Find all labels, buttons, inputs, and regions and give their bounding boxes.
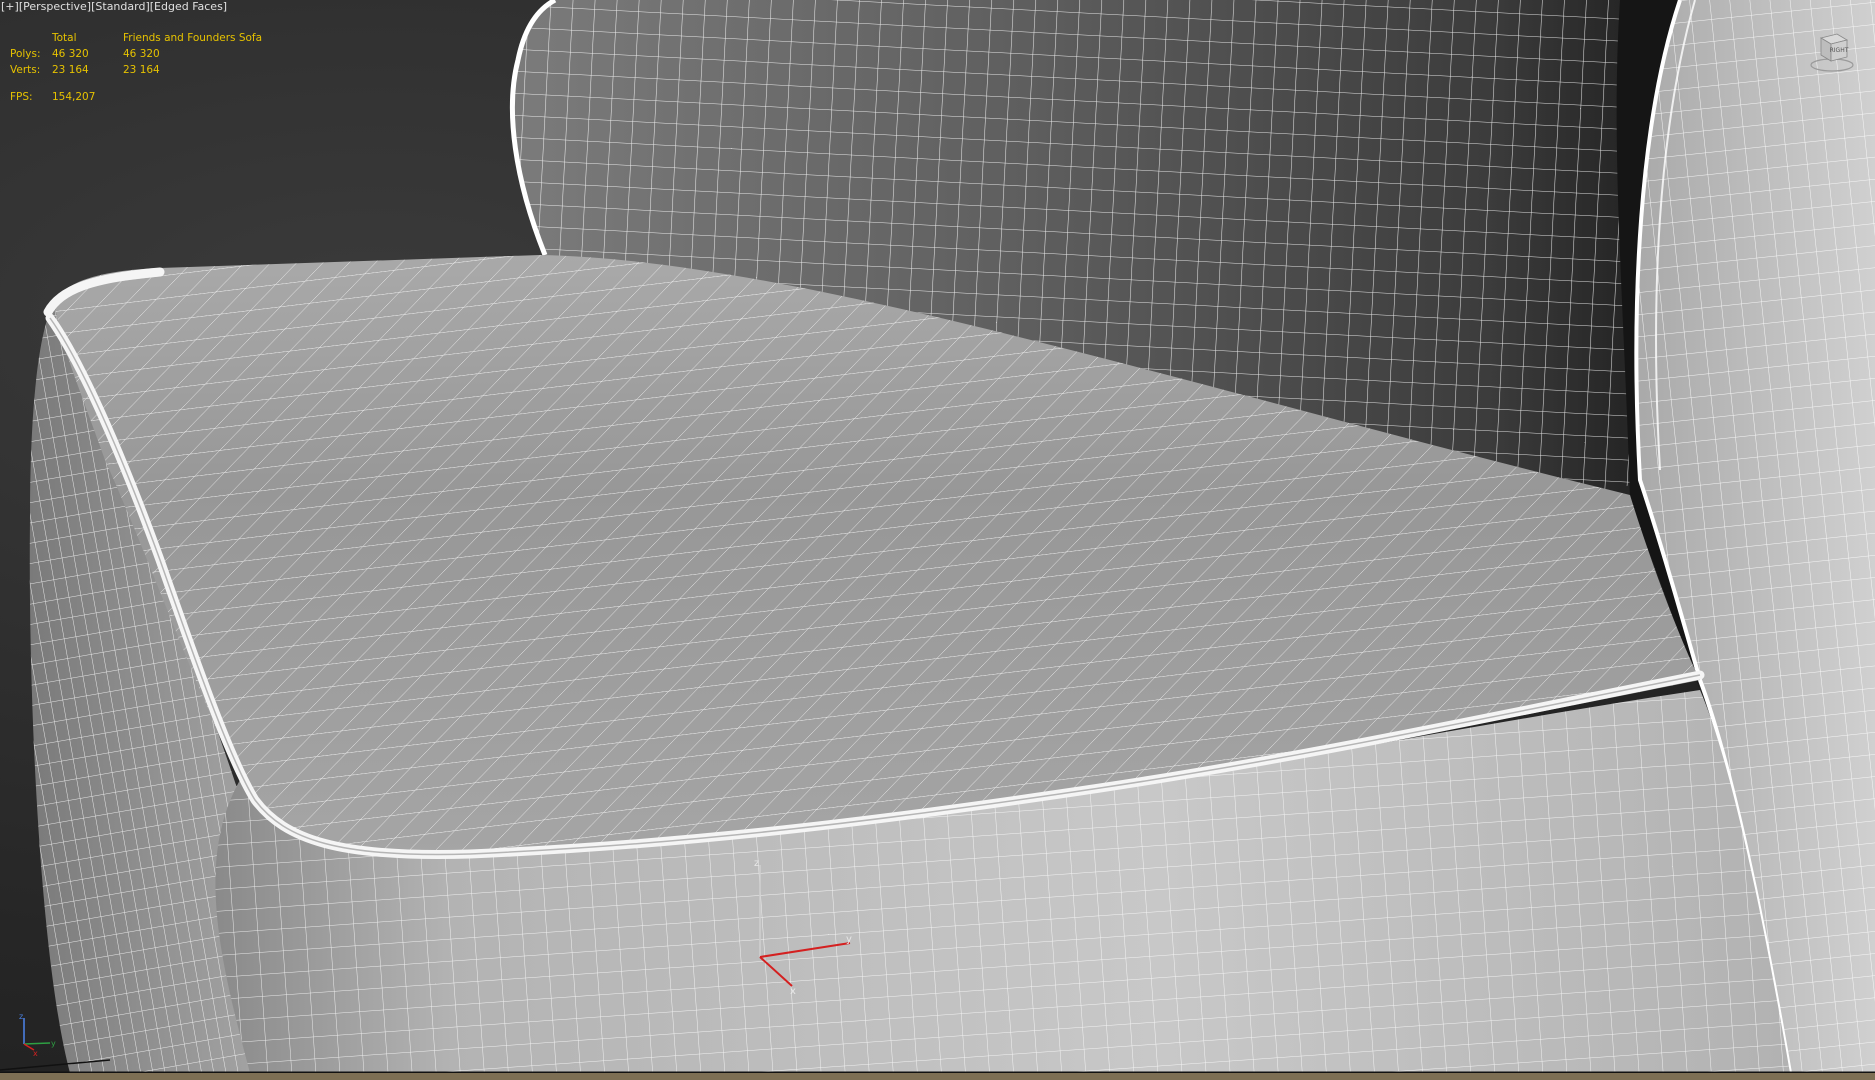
stats-verts-total: 23 164	[52, 64, 89, 76]
viewcube-face-label: RIGHT	[1830, 47, 1849, 54]
gizmo-x-label: x	[790, 986, 796, 997]
stats-header-total: Total	[52, 32, 77, 44]
world-axis-tripod-icon: z y x	[14, 1010, 60, 1058]
viewport-menu-perspective[interactable]: [Perspective]	[19, 0, 91, 13]
perspective-viewport[interactable]: [+][Perspective][Standard][Edged Faces] …	[0, 0, 1875, 1073]
transform-gizmo[interactable]: z y x	[740, 855, 865, 1005]
viewport-label-bar: [+][Perspective][Standard][Edged Faces]	[0, 0, 228, 14]
stats-polys-object: 46 320	[123, 48, 160, 60]
stats-verts-object: 23 164	[123, 64, 160, 76]
stats-fps-label: FPS:	[10, 91, 33, 103]
stats-polys-label: Polys:	[10, 48, 41, 60]
viewport-menu-shading-standard[interactable]: [Standard]	[91, 0, 150, 13]
stats-verts-label: Verts:	[10, 64, 41, 76]
stats-header-object: Friends and Founders Sofa	[123, 32, 263, 44]
sofa-wireframe-model[interactable]	[0, 0, 1875, 1073]
world-axis-z-label: z	[19, 1012, 23, 1021]
gizmo-y-label: y	[846, 934, 852, 945]
gizmo-x-axis[interactable]	[759, 956, 793, 987]
gizmo-y-axis[interactable]	[759, 942, 851, 958]
world-axis-x-label: x	[33, 1049, 38, 1056]
viewport-bottom-border	[0, 1073, 1875, 1080]
stats-fps-value: 154,207	[52, 91, 96, 103]
viewport-menu-plus[interactable]: [+]	[1, 0, 19, 13]
gizmo-z-label: z	[754, 858, 759, 869]
stats-polys-total: 46 320	[52, 48, 89, 60]
world-axis-y-label: y	[51, 1039, 56, 1048]
viewport-menu-edged-faces[interactable]: [Edged Faces]	[150, 0, 227, 13]
viewcube-icon[interactable]: RIGHT	[1807, 28, 1857, 74]
